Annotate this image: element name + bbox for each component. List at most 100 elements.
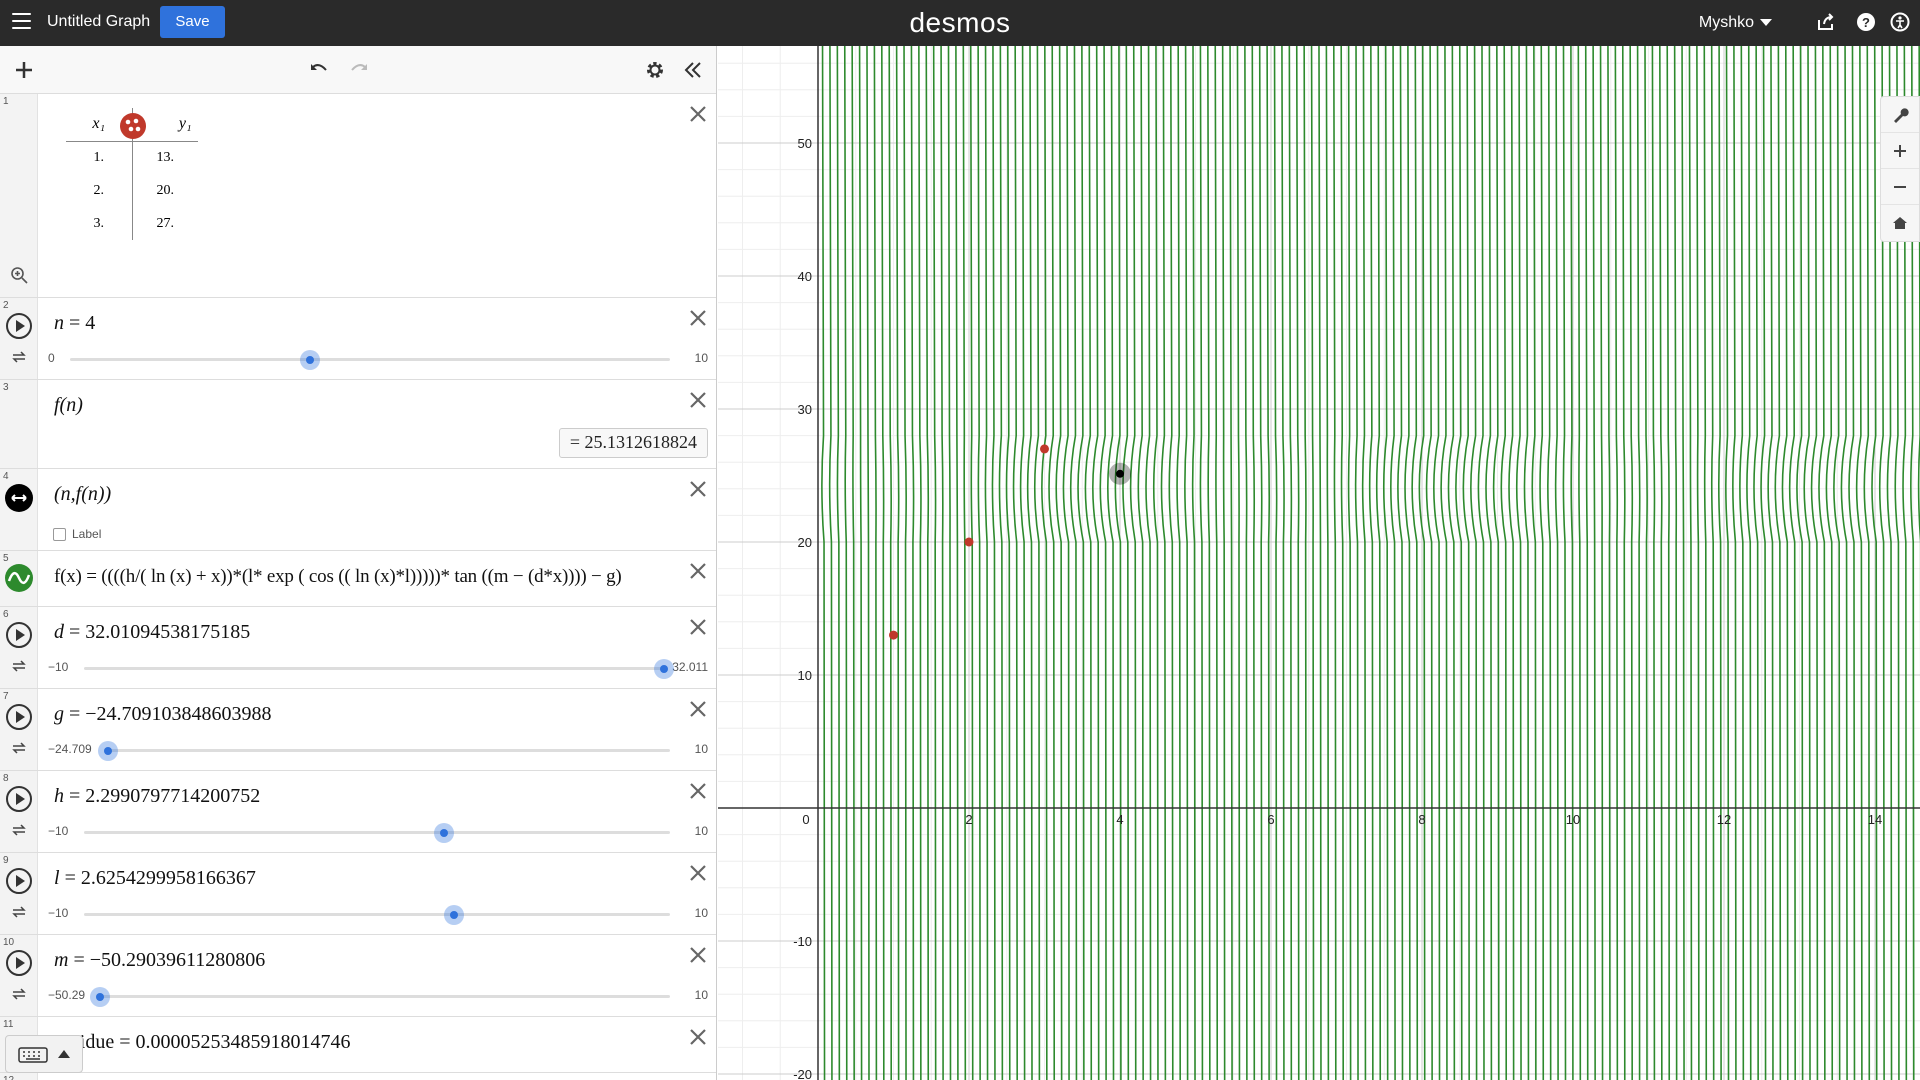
expression-function[interactable]: 5 f(x) = ((((h/( ln (x) + x))*(l* exp ( … bbox=[0, 551, 716, 607]
table-cell[interactable]: 13. bbox=[132, 141, 198, 174]
play-slider-button[interactable] bbox=[6, 868, 32, 894]
zoom-out-button[interactable] bbox=[1881, 169, 1919, 205]
slider-handle[interactable] bbox=[90, 987, 110, 1007]
zoom-fit-icon[interactable] bbox=[10, 266, 28, 284]
slider-handle[interactable] bbox=[654, 659, 674, 679]
slider-min[interactable]: −24.709 bbox=[48, 742, 92, 756]
slider-max[interactable]: 10 bbox=[695, 351, 708, 365]
add-icon[interactable] bbox=[12, 58, 36, 82]
delete-expression-icon[interactable] bbox=[686, 943, 710, 967]
slider-min[interactable]: 0 bbox=[48, 351, 55, 365]
play-slider-button[interactable] bbox=[6, 313, 32, 339]
slider-equation[interactable]: m = −50.29039611280806 bbox=[54, 949, 265, 972]
play-slider-button[interactable] bbox=[6, 950, 32, 976]
collapse-panel-icon[interactable] bbox=[681, 58, 705, 82]
delete-expression-icon[interactable] bbox=[686, 615, 710, 639]
slider-track[interactable] bbox=[84, 913, 670, 916]
slider-g[interactable]: −24.709 10 bbox=[48, 740, 708, 761]
expression-text[interactable]: sidue = 0.000052534859180147​46 bbox=[72, 1031, 351, 1054]
graph-settings-button[interactable] bbox=[1881, 97, 1919, 133]
slider-handle[interactable] bbox=[300, 350, 320, 370]
slider-track[interactable] bbox=[84, 831, 670, 834]
slider-max[interactable]: 10 bbox=[695, 824, 708, 838]
expression-slider-m[interactable]: 10 m = −50.29039611280806 −50.29 10 bbox=[0, 935, 716, 1017]
zoom-in-button[interactable] bbox=[1881, 133, 1919, 169]
slider-equation[interactable]: h = 2.2990797714200752 bbox=[54, 785, 260, 808]
label-toggle[interactable]: Label bbox=[53, 527, 101, 541]
keyboard-toggle-button[interactable] bbox=[5, 1035, 83, 1073]
expression-slider-d[interactable]: 6 d = 32.01094538175185 −10 32.011 bbox=[0, 607, 716, 689]
share-icon[interactable] bbox=[1816, 12, 1836, 32]
play-slider-button[interactable] bbox=[6, 786, 32, 812]
expression-residue[interactable]: 11 sidue = 0.000052534859180147​46 bbox=[0, 1017, 716, 1073]
expression-text[interactable]: (n,f(n)) bbox=[54, 483, 111, 506]
data-table[interactable]: x₁ y₁ 1. 13. 2. 20. 3. 27. bbox=[66, 108, 198, 240]
loop-icon[interactable] bbox=[11, 905, 27, 919]
graph-canvas[interactable]: 0 2 4 6 8 10 12 14 50 40 30 20 10 -10 -20 bbox=[718, 46, 1920, 1080]
slider-max[interactable]: 32.011 bbox=[672, 660, 708, 674]
expression-point[interactable]: 4 (n,f(n)) Label bbox=[0, 469, 716, 551]
slider-track[interactable] bbox=[108, 749, 670, 752]
graph-paper[interactable]: 0 2 4 6 8 10 12 14 50 40 30 20 10 -10 -20 bbox=[718, 46, 1920, 1080]
expression-text[interactable]: f(n) bbox=[54, 394, 83, 417]
slider-d[interactable]: −10 32.011 bbox=[48, 658, 708, 679]
slider-min[interactable]: −10 bbox=[48, 824, 68, 838]
slider-n[interactable]: 0 10 bbox=[48, 349, 708, 370]
expression-fn[interactable]: 3 f(n) = 25.1312618824 bbox=[0, 380, 716, 469]
delete-expression-icon[interactable] bbox=[686, 477, 710, 501]
expression-slider-l[interactable]: 9 l = 2.6254299958166367 −10 10 bbox=[0, 853, 716, 935]
table-cell[interactable]: 27. bbox=[132, 207, 198, 240]
table-cell[interactable]: 20. bbox=[132, 174, 198, 207]
default-viewport-button[interactable] bbox=[1881, 205, 1919, 241]
slider-l[interactable]: −10 10 bbox=[48, 904, 708, 925]
point-style-icon[interactable] bbox=[119, 112, 147, 140]
table-cell[interactable]: 2. bbox=[66, 174, 133, 207]
delete-expression-icon[interactable] bbox=[686, 306, 710, 330]
slider-equation[interactable]: g = −24.709103848603988 bbox=[54, 703, 272, 726]
redo-icon[interactable] bbox=[347, 58, 371, 82]
loop-icon[interactable] bbox=[11, 741, 27, 755]
expression-slider-h[interactable]: 8 h = 2.2990797714200752 −10 10 bbox=[0, 771, 716, 853]
slider-equation[interactable]: d = 32.01094538175185 bbox=[54, 621, 250, 644]
slider-min[interactable]: −10 bbox=[48, 660, 68, 674]
movable-point-icon[interactable] bbox=[4, 483, 34, 513]
slider-equation[interactable]: l = 2.6254299958166367 bbox=[54, 867, 256, 890]
expression-slider-g[interactable]: 7 g = −24.709103848603988 −24.709 10 bbox=[0, 689, 716, 771]
slider-handle[interactable] bbox=[434, 823, 455, 843]
delete-expression-icon[interactable] bbox=[686, 1025, 710, 1049]
slider-min[interactable]: −50.29 bbox=[48, 988, 85, 1002]
slider-track[interactable] bbox=[84, 667, 664, 670]
slider-min[interactable]: −10 bbox=[48, 906, 68, 920]
table-cell[interactable]: 3. bbox=[66, 207, 133, 240]
play-slider-button[interactable] bbox=[6, 622, 32, 648]
delete-expression-icon[interactable] bbox=[686, 697, 710, 721]
slider-h[interactable]: −10 10 bbox=[48, 822, 708, 843]
loop-icon[interactable] bbox=[11, 823, 27, 837]
slider-track[interactable] bbox=[70, 358, 670, 361]
slider-m[interactable]: −50.29 10 bbox=[48, 986, 708, 1007]
save-button[interactable]: Save bbox=[160, 6, 225, 38]
expression-slider-n[interactable]: 2 n = 4 0 10 bbox=[0, 298, 716, 380]
graph-title[interactable]: Untitled Graph bbox=[47, 13, 150, 31]
slider-equation[interactable]: n = 4 bbox=[54, 312, 95, 335]
table-header-y[interactable]: y₁ bbox=[119, 108, 198, 142]
delete-expression-icon[interactable] bbox=[686, 779, 710, 803]
accessibility-icon[interactable] bbox=[1890, 12, 1910, 32]
table-cell[interactable]: 1. bbox=[66, 141, 133, 174]
help-icon[interactable]: ? bbox=[1856, 12, 1876, 32]
slider-track[interactable] bbox=[100, 995, 670, 998]
expression-empty[interactable]: 12 bbox=[0, 1073, 716, 1080]
loop-icon[interactable] bbox=[11, 350, 27, 364]
menu-icon[interactable] bbox=[12, 13, 31, 30]
undo-icon[interactable] bbox=[307, 58, 331, 82]
loop-icon[interactable] bbox=[11, 659, 27, 673]
slider-max[interactable]: 10 bbox=[695, 742, 708, 756]
delete-expression-icon[interactable] bbox=[686, 861, 710, 885]
expression-table[interactable]: 1 x₁ y₁ 1. 13. 2. 20. 3. 27. bbox=[0, 94, 716, 298]
graph-color-icon[interactable] bbox=[4, 563, 34, 593]
expression-text[interactable]: f(x) = ((((h/( ln (x) + x))*(l* exp ( co… bbox=[54, 566, 622, 588]
delete-expression-icon[interactable] bbox=[686, 102, 710, 126]
play-slider-button[interactable] bbox=[6, 704, 32, 730]
label-checkbox[interactable] bbox=[53, 527, 66, 541]
slider-handle[interactable] bbox=[98, 741, 118, 761]
